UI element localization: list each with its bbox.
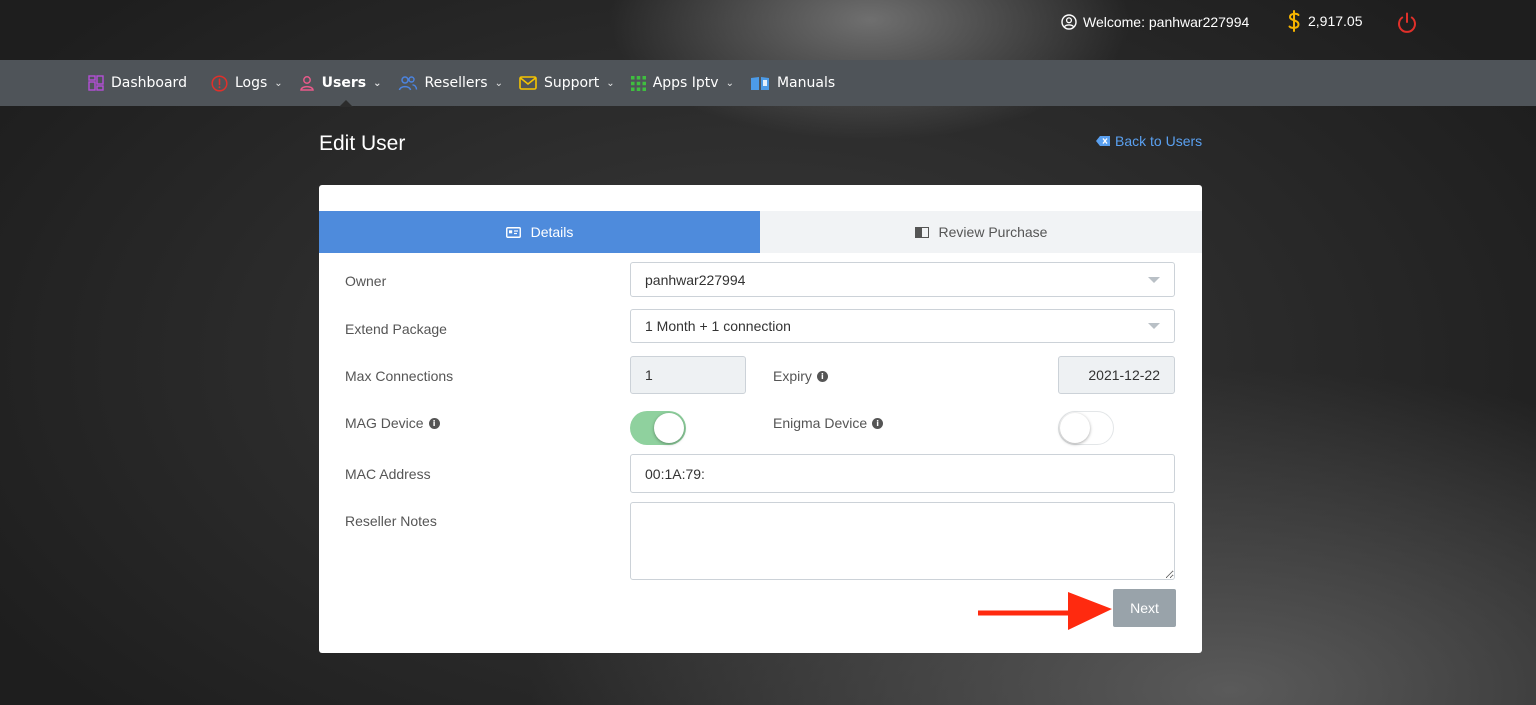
book-open-icon bbox=[914, 226, 929, 238]
expiry-field: 2021-12-22 bbox=[1058, 356, 1175, 394]
enigma-device-toggle[interactable] bbox=[1058, 411, 1114, 445]
welcome-area[interactable]: Welcome: panhwar227994 bbox=[1061, 14, 1249, 30]
apps-grid-icon bbox=[630, 75, 646, 91]
power-icon bbox=[1398, 12, 1416, 33]
user-circle-icon bbox=[1061, 14, 1077, 30]
nav-apps-iptv[interactable]: Apps Iptv ⌄ bbox=[630, 75, 734, 91]
mag-device-label-text: MAG Device bbox=[345, 415, 424, 431]
info-icon[interactable]: i bbox=[816, 370, 828, 382]
owner-select[interactable]: panhwar227994 bbox=[630, 262, 1175, 297]
balance-amount: 2,917.05 bbox=[1308, 13, 1363, 29]
max-connections-label: Max Connections bbox=[345, 368, 454, 384]
envelope-icon bbox=[519, 76, 537, 90]
enigma-device-label-text: Enigma Device bbox=[773, 415, 868, 431]
next-button[interactable]: Next bbox=[1113, 589, 1176, 627]
chevron-down-icon: ⌄ bbox=[725, 77, 734, 89]
main-nav: Dashboard Logs ⌄ Users ⌄ Resellers ⌄ Sup… bbox=[0, 60, 1536, 106]
tab-review-purchase[interactable]: Review Purchase bbox=[760, 211, 1202, 253]
nav-dashboard[interactable]: Dashboard bbox=[88, 75, 187, 91]
user-icon bbox=[299, 76, 314, 91]
nav-support-label: Support bbox=[543, 75, 600, 91]
expiry-label-text: Expiry bbox=[773, 368, 812, 384]
back-to-users-link[interactable]: Back to Users bbox=[1096, 133, 1202, 149]
tab-details-label: Details bbox=[530, 224, 574, 240]
info-icon[interactable]: i bbox=[872, 417, 884, 429]
owner-value: panhwar227994 bbox=[645, 271, 746, 288]
chevron-down-icon: ⌄ bbox=[274, 77, 283, 89]
expiry-value: 2021-12-22 bbox=[1088, 367, 1160, 383]
chevron-down-icon: ⌄ bbox=[606, 77, 615, 89]
edit-user-card: Details Review Purchase Owner panhwar227… bbox=[319, 185, 1202, 653]
nav-logs-label: Logs bbox=[234, 75, 268, 91]
top-bar: Welcome: panhwar227994 2,917.05 bbox=[0, 0, 1536, 60]
max-connections-field: 1 bbox=[630, 356, 746, 394]
page-title: Edit User bbox=[319, 132, 406, 155]
logout-button[interactable] bbox=[1396, 12, 1418, 39]
mac-address-value: 00:1A:79: bbox=[645, 465, 705, 482]
wizard-tabs: Details Review Purchase bbox=[319, 211, 1202, 253]
backspace-icon bbox=[1096, 136, 1110, 146]
extend-package-value: 1 Month + 1 connection bbox=[645, 318, 791, 334]
select-arrow-icon bbox=[1148, 323, 1160, 329]
nav-resellers[interactable]: Resellers ⌄ bbox=[398, 75, 503, 91]
users-icon bbox=[398, 76, 417, 91]
owner-label: Owner bbox=[345, 273, 387, 289]
chevron-down-icon: ⌄ bbox=[494, 77, 503, 89]
nav-users-label: Users bbox=[321, 75, 367, 91]
tab-details[interactable]: Details bbox=[319, 211, 760, 253]
reseller-notes-label: Reseller Notes bbox=[345, 513, 437, 529]
nav-logs[interactable]: Logs ⌄ bbox=[211, 74, 283, 92]
mag-device-toggle[interactable] bbox=[630, 411, 686, 445]
book-icon bbox=[750, 76, 769, 90]
tab-review-purchase-label: Review Purchase bbox=[938, 224, 1048, 240]
expiry-label: Expiry i bbox=[773, 368, 828, 384]
info-icon[interactable]: i bbox=[428, 417, 440, 429]
mag-device-label: MAG Device i bbox=[345, 415, 440, 431]
id-card-icon bbox=[505, 226, 521, 238]
mac-address-input[interactable]: 00:1A:79: bbox=[630, 454, 1175, 493]
reseller-notes-textarea[interactable] bbox=[630, 502, 1175, 580]
nav-apps-iptv-label: Apps Iptv bbox=[652, 75, 719, 91]
welcome-text: Welcome: panhwar227994 bbox=[1083, 14, 1250, 30]
select-arrow-icon bbox=[1148, 276, 1160, 283]
max-connections-value: 1 bbox=[645, 367, 653, 383]
nav-users[interactable]: Users ⌄ bbox=[299, 75, 382, 91]
toggle-knob bbox=[1060, 413, 1090, 443]
enigma-device-label: Enigma Device i bbox=[773, 415, 884, 431]
chevron-down-icon: ⌄ bbox=[373, 77, 382, 89]
toggle-knob bbox=[654, 413, 684, 443]
back-to-users-label: Back to Users bbox=[1115, 133, 1203, 149]
nav-support[interactable]: Support ⌄ bbox=[519, 75, 615, 91]
mac-address-label: MAC Address bbox=[345, 466, 431, 482]
nav-manuals-label: Manuals bbox=[776, 75, 836, 91]
info-circle-icon bbox=[211, 74, 228, 92]
balance-display: 2,917.05 bbox=[1286, 10, 1363, 32]
nav-resellers-label: Resellers bbox=[424, 75, 488, 91]
dollar-icon bbox=[1288, 10, 1300, 32]
nav-dashboard-label: Dashboard bbox=[111, 75, 187, 91]
extend-package-label: Extend Package bbox=[345, 321, 447, 337]
annotation-arrow bbox=[978, 592, 1112, 630]
nav-manuals[interactable]: Manuals bbox=[750, 75, 835, 91]
dashboard-grid-icon bbox=[88, 75, 104, 91]
active-nav-caret bbox=[339, 100, 353, 107]
extend-package-select[interactable]: 1 Month + 1 connection bbox=[630, 309, 1175, 343]
